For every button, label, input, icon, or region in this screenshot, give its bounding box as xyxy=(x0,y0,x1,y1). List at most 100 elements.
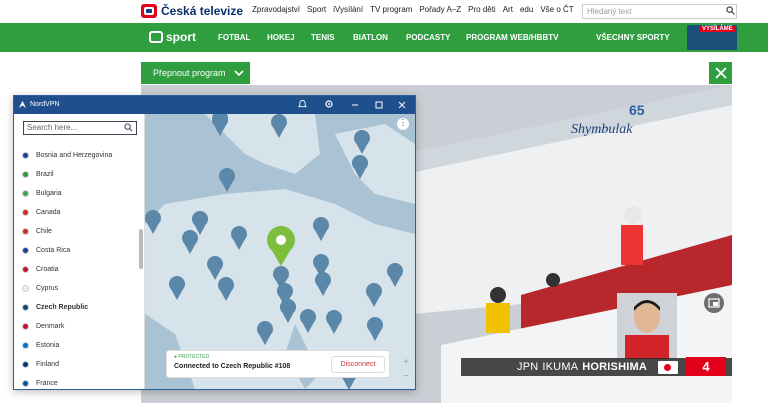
country-item[interactable]: Costa Rica xyxy=(22,243,70,257)
top-nav-item[interactable]: Vše o ČT xyxy=(540,5,573,14)
country-item[interactable]: Denmark xyxy=(22,319,64,333)
flag-icon xyxy=(22,227,29,235)
server-map[interactable]: ⋮ xyxy=(145,114,415,389)
flag-icon xyxy=(22,189,29,197)
close-icon xyxy=(714,67,727,79)
ct-logo-icon xyxy=(141,4,157,18)
bell-icon[interactable] xyxy=(298,99,307,109)
top-nav-item[interactable]: Sport xyxy=(307,5,326,14)
japan-flag-icon xyxy=(658,361,678,374)
nordvpn-logo-icon xyxy=(18,100,27,109)
country-name: Brazil xyxy=(36,170,54,178)
top-nav-item[interactable]: Art xyxy=(503,5,513,14)
maximize-icon[interactable] xyxy=(375,101,383,109)
flag-icon xyxy=(22,265,29,273)
switch-program-button[interactable]: Přepnout program xyxy=(141,62,250,84)
disconnect-button[interactable]: Disconnect xyxy=(331,356,385,373)
country-name: Chile xyxy=(36,227,52,235)
search-input[interactable]: Hledaný text xyxy=(582,4,737,19)
country-item[interactable]: Brazil xyxy=(22,167,54,181)
ct-logo[interactable]: Česká televize xyxy=(141,3,243,19)
nordvpn-title: NordVPN xyxy=(30,101,60,108)
flag-icon xyxy=(22,303,29,311)
top-nav-item[interactable]: TV program xyxy=(370,5,412,14)
ct-brand-text: Česká televize xyxy=(161,4,244,18)
country-name: Finland xyxy=(36,360,59,368)
athlete-rank: 4 xyxy=(686,357,726,376)
country-item[interactable]: Canada xyxy=(22,205,61,219)
top-nav-item[interactable]: iVysílání xyxy=(333,5,363,14)
switch-program-label: Přepnout program xyxy=(153,68,226,78)
sport-nav-item-all[interactable]: VŠECHNY SPORTY xyxy=(596,33,670,42)
country-search-input[interactable]: Search here... xyxy=(23,121,137,135)
more-options-icon[interactable]: ⋮ xyxy=(397,118,409,130)
connection-status-card: ● PROTECTED Connected to Czech Republic … xyxy=(166,350,390,378)
country-list-scrollbar[interactable] xyxy=(139,229,143,269)
flag-icon xyxy=(22,322,29,330)
country-sidebar: Search here... Bosnia and Herzegovina Br… xyxy=(14,114,145,389)
top-nav-item[interactable]: Zpravodajství xyxy=(252,5,300,14)
country-name: Czech Republic xyxy=(36,303,89,311)
country-item[interactable]: France xyxy=(22,376,58,389)
top-nav-item[interactable]: Pro děti xyxy=(468,5,496,14)
country-name: France xyxy=(36,379,58,387)
sport-nav-bar: sport FOTBAL HOKEJ TENIS BIATLON PODCAST… xyxy=(0,23,768,52)
country-item[interactable]: Bosnia and Herzegovina xyxy=(22,148,112,162)
nordvpn-window: NordVPN Search here... Bosnia and Herzeg… xyxy=(13,95,416,390)
top-nav-item[interactable]: Pořady A–Z xyxy=(419,5,461,14)
country-name: Cyprus xyxy=(36,284,59,292)
country-name: Denmark xyxy=(36,322,65,330)
search-icon[interactable] xyxy=(726,6,735,15)
close-icon[interactable] xyxy=(398,101,406,109)
country-name: Estonia xyxy=(36,341,60,349)
country-name: Bulgaria xyxy=(36,189,62,197)
sport-nav-item[interactable]: HOKEJ xyxy=(267,33,295,42)
minimize-icon[interactable] xyxy=(351,101,359,109)
country-item[interactable]: Bulgaria xyxy=(22,186,62,200)
sport-nav-item[interactable]: PODCASTY xyxy=(406,33,450,42)
country-name: Croatia xyxy=(36,265,59,273)
pip-icon xyxy=(708,298,720,308)
sport-logo[interactable]: sport xyxy=(149,30,196,44)
sport-nav-item[interactable]: FOTBAL xyxy=(218,33,250,42)
country-item[interactable]: Finland xyxy=(22,357,59,371)
country-item[interactable]: Chile xyxy=(22,224,52,238)
athlete-first-name: IKUMA xyxy=(542,361,579,373)
gear-icon[interactable] xyxy=(324,99,334,109)
top-nav: Zpravodajství Sport iVysílání TV program… xyxy=(252,5,574,14)
flag-icon xyxy=(22,341,29,349)
connected-server-text: Connected to Czech Republic #108 xyxy=(174,363,291,370)
server-pins xyxy=(145,114,403,389)
sport-nav-item[interactable]: BIATLON xyxy=(353,33,388,42)
svg-text:Shymbulak: Shymbulak xyxy=(571,122,633,137)
top-bar: Česká televize Zpravodajství Sport iVysí… xyxy=(0,0,768,23)
country-name: Bosnia and Herzegovina xyxy=(36,151,113,159)
chevron-down-icon xyxy=(233,69,244,76)
country-name: Canada xyxy=(36,208,61,216)
country-name: Costa Rica xyxy=(36,246,71,254)
map-zoom-controls: + − xyxy=(399,356,413,386)
picture-in-picture-button[interactable] xyxy=(704,293,724,313)
flag-icon xyxy=(22,151,29,159)
sport-nav-item[interactable]: PROGRAM WEB/HBBTV xyxy=(466,33,558,42)
country-item-selected[interactable]: Czech Republic xyxy=(22,300,88,314)
close-player-button[interactable] xyxy=(709,62,732,84)
sport-brand-text: sport xyxy=(166,30,196,44)
sport-nav-item[interactable]: TENIS xyxy=(311,33,335,42)
flag-icon xyxy=(22,208,29,216)
athlete-portrait xyxy=(617,293,677,359)
flag-icon xyxy=(22,360,29,368)
country-item[interactable]: Estonia xyxy=(22,338,59,352)
protected-status: ● PROTECTED xyxy=(174,354,210,360)
search-icon[interactable] xyxy=(124,123,133,132)
svg-text:65: 65 xyxy=(629,102,645,118)
country-item[interactable]: Cyprus xyxy=(22,281,58,295)
flag-icon xyxy=(22,284,29,292)
country-item[interactable]: Croatia xyxy=(22,262,59,276)
sport-logo-icon xyxy=(149,31,163,43)
zoom-out-button[interactable]: − xyxy=(399,370,413,384)
zoom-in-button[interactable]: + xyxy=(399,356,413,370)
top-nav-item[interactable]: edu xyxy=(520,5,533,14)
nordvpn-titlebar[interactable]: NordVPN xyxy=(14,96,415,114)
athlete-country: JPN xyxy=(517,361,539,373)
